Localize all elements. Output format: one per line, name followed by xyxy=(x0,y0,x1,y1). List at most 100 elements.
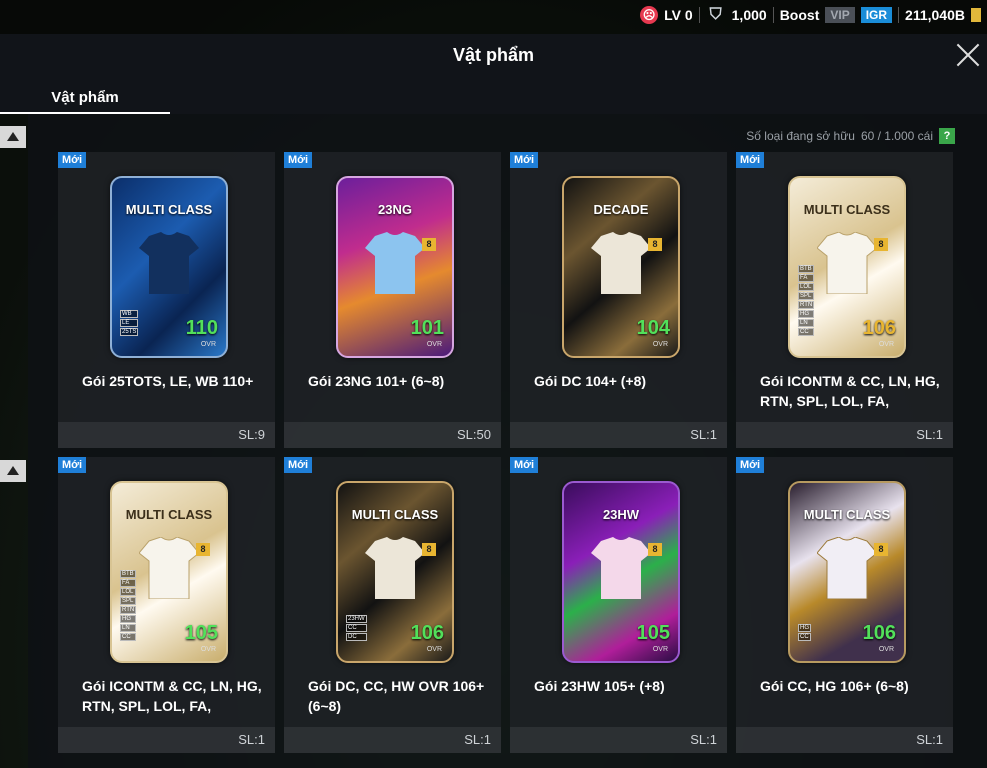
item-pack-cc-hg[interactable]: Mới MULTI CLASS 8 HGCC 106 Gói CC, HG 10… xyxy=(736,457,953,753)
item-footer: SL:50 xyxy=(284,422,501,448)
item-pack-dc-cc-hw[interactable]: Mới MULTI CLASS 8 23HWCCDC 106 Gói DC, C… xyxy=(284,457,501,753)
card-title: 23NG xyxy=(378,202,412,217)
item-footer: SL:1 xyxy=(510,727,727,753)
grade-badge: 8 xyxy=(648,543,662,556)
item-footer: SL:1 xyxy=(58,727,275,753)
item-footer: SL:1 xyxy=(736,422,953,448)
gold-icon xyxy=(971,8,981,22)
jersey-icon xyxy=(817,537,877,599)
item-quantity: SL:9 xyxy=(238,427,265,442)
boost-label: Boost xyxy=(779,7,820,23)
item-pack-icontm[interactable]: Mới MULTI CLASS 8 BTB FA LOL SPL RTN HG LN CC 1… xyxy=(58,457,275,753)
item-quantity: SL:1 xyxy=(916,732,943,747)
balance-amount: 211,040B xyxy=(905,7,965,23)
tab-items[interactable]: Vật phẩm xyxy=(0,84,170,114)
item-name: Gói 25TOTS, LE, WB 110+ xyxy=(82,373,254,389)
ownership-value: 60 / 1.000 cái xyxy=(860,129,933,143)
level-text: LV 0 xyxy=(664,7,693,23)
top-status-bar: ☹ LV 0 ⛉ 1,000 Boost VIP IGR 211,040B xyxy=(0,0,987,34)
close-button[interactable] xyxy=(951,38,985,72)
ovr-label xyxy=(427,646,442,653)
new-badge: Mới xyxy=(736,457,765,473)
ownership-info: Số loại đang sở hữu 60 / 1.000 cái ? xyxy=(746,128,955,144)
jersey-icon xyxy=(591,232,651,294)
position-list: HG CC xyxy=(798,624,811,641)
card-title: 23HW xyxy=(602,507,640,522)
item-pack-icontm[interactable]: Mới MULTI CLASS 8 BTB FA LOL SPL RTN HG LN CC 1… xyxy=(736,152,953,448)
card-ovr: 110 xyxy=(185,317,218,339)
card-ovr: 104 xyxy=(636,317,670,339)
grade-badge: 8 xyxy=(422,543,436,556)
scroll-up-arrow-icon[interactable] xyxy=(0,126,26,148)
pack-card-image: MULTI CLASS 8 BTB FA LOL SPL RTN HG LN CC 105 xyxy=(110,481,228,663)
pack-card-image: MULTI CLASS 8 23HW CC DC 106 xyxy=(336,481,454,663)
new-badge: Mới xyxy=(58,457,87,473)
grade-badge: 8 xyxy=(874,543,888,556)
new-badge: Mới xyxy=(284,152,313,168)
card-title: MULTI CLASS xyxy=(803,507,891,522)
level-face-icon: ☹ xyxy=(640,6,659,24)
item-name: Gói DC 104+ (+8) xyxy=(534,373,647,389)
item-quantity: SL:50 xyxy=(457,427,491,442)
item-quantity: SL:1 xyxy=(238,732,265,747)
igr-badge: IGR xyxy=(860,7,893,23)
pack-card-image: 23NG 8 101 xyxy=(336,176,454,358)
card-title: MULTI CLASS xyxy=(803,202,891,217)
position-list: BTB FA LOL SPL RTN HG LN CC xyxy=(798,265,815,336)
item-footer: SL:1 xyxy=(284,727,501,753)
item-name: Gói ICONTM & CC, LN, HG, RTN, SPL, LOL, … xyxy=(760,373,940,409)
pack-card-image: MULTI CLASS WB LE 25TS 110 xyxy=(110,176,228,358)
ovr-label xyxy=(427,341,442,348)
ovr-label xyxy=(653,341,668,348)
vip-badge: VIP xyxy=(825,7,855,23)
status-group: ☹ LV 0 ⛉ 1,000 Boost VIP IGR 211,040B xyxy=(640,6,981,24)
card-ovr: 105 xyxy=(184,622,218,644)
item-pack-dc[interactable]: Mới DECADE 8 104 Gói DC 104+ (+8) SL:1 xyxy=(510,152,727,448)
ovr-label xyxy=(201,341,216,348)
new-badge: Mới xyxy=(510,152,539,168)
item-footer: SL:1 xyxy=(736,727,953,753)
divider xyxy=(772,7,774,23)
coin-amount: 1,000 xyxy=(731,7,767,23)
help-button[interactable]: ? xyxy=(939,128,955,144)
position-list: WB LE 25TS xyxy=(120,310,139,336)
ovr-label xyxy=(653,646,668,653)
item-name: Gói 23HW 105+ (+8) xyxy=(534,678,665,694)
item-footer: SL:9 xyxy=(58,422,275,448)
new-badge: Mới xyxy=(736,152,765,168)
card-ovr: 105 xyxy=(636,622,670,644)
card-ovr: 106 xyxy=(862,317,896,339)
ovr-label xyxy=(879,341,894,348)
item-quantity: SL:1 xyxy=(690,732,717,747)
jersey-icon xyxy=(365,232,425,294)
card-ovr: 106 xyxy=(862,622,896,644)
item-pack-23hw[interactable]: Mới 23HW 8 105 Gói 23HW 105+ (+8) SL:1 xyxy=(510,457,727,753)
window-header: Vật phẩm xyxy=(0,34,987,79)
jersey-icon xyxy=(139,537,199,599)
pack-card-image: MULTI CLASS 8 BTB FA LOL SPL RTN HG LN CC 106 xyxy=(788,176,906,358)
jersey-icon xyxy=(139,232,199,294)
grade-badge: 8 xyxy=(648,238,662,251)
ownership-label: Số loại đang sở hữu xyxy=(746,129,855,143)
card-title: DECADE xyxy=(593,202,649,217)
item-pack-23ng[interactable]: Mới 23NG 8 101 Gói 23NG 101+ (6~8) SL:50 xyxy=(284,152,501,448)
ovr-label xyxy=(879,646,894,653)
grade-badge: 8 xyxy=(196,543,210,556)
grade-badge: 8 xyxy=(422,238,436,251)
item-quantity: SL:1 xyxy=(916,427,943,442)
new-badge: Mới xyxy=(284,457,313,473)
item-pack-25tots[interactable]: Mới MULTI CLASS WBLE25TS 110 Gói 25TOTS,… xyxy=(58,152,275,448)
coin-icon: ⛉ xyxy=(709,6,722,23)
page-title: Vật phẩm xyxy=(452,45,535,65)
item-name: Gói 23NG 101+ (6~8) xyxy=(308,373,445,389)
item-name: Gói DC, CC, HW OVR 106+ (6~8) xyxy=(308,678,485,714)
scroll-up-arrow-icon[interactable] xyxy=(0,460,26,482)
jersey-icon xyxy=(591,537,651,599)
item-quantity: SL:1 xyxy=(690,427,717,442)
divider xyxy=(898,7,900,23)
ovr-label xyxy=(201,646,216,653)
card-title: MULTI CLASS xyxy=(351,507,439,522)
grade-badge: 8 xyxy=(874,238,888,251)
tab-bar: Vật phẩm xyxy=(0,78,987,114)
card-ovr: 101 xyxy=(410,317,444,339)
